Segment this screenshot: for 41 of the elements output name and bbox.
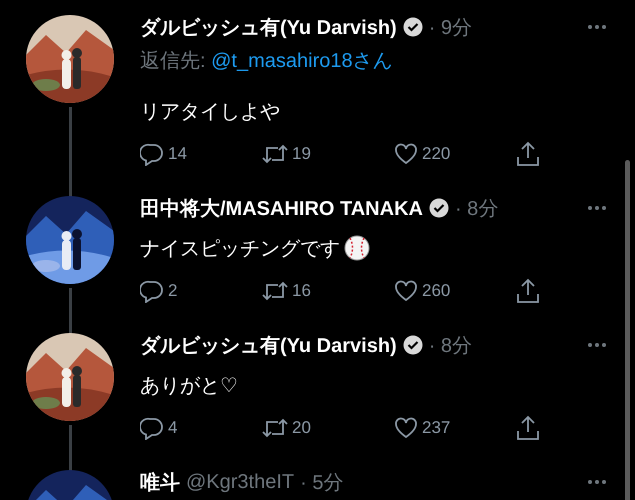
heart-icon[interactable] [394,142,418,166]
reply-icon[interactable] [140,142,164,166]
share-icon[interactable] [516,278,540,304]
more-icon[interactable] [587,205,607,211]
reply-count: 2 [168,281,178,301]
share-icon[interactable] [516,415,540,441]
mention-link[interactable]: @t_masahiro18さん [211,50,393,72]
user-name[interactable]: ダルビッシュ有(Yu Darvish) [140,332,397,358]
reply-icon[interactable] [140,279,164,303]
user-name[interactable]: 田中将大/MASAHIRO TANAKA [140,194,423,222]
user-name[interactable]: 唯斗 [140,468,180,496]
like-count: 237 [422,418,450,438]
tweet-time: · 9分 [428,16,472,40]
more-icon[interactable] [587,24,607,30]
tweet-text: ありがと♡ [140,374,238,398]
retweet-count: 20 [292,418,311,438]
heart-icon[interactable] [394,279,418,303]
tweet-time: · 8分 [428,334,472,358]
more-icon[interactable] [587,342,607,348]
reply-label: 返信先: [140,50,207,72]
retweet-count: 19 [292,144,311,164]
user-handle: @Kgr3theIT [186,470,294,494]
user-name[interactable]: ダルビッシュ有(Yu Darvish) [140,14,397,40]
retweet-icon[interactable] [262,416,288,440]
baseball-icon [344,235,370,261]
retweet-icon[interactable] [262,142,288,166]
more-icon[interactable] [587,479,607,485]
reply-count: 14 [168,144,187,164]
scrollbar[interactable] [625,160,630,500]
like-count: 220 [422,144,450,164]
like-count: 260 [422,281,450,301]
reply-icon[interactable] [140,416,164,440]
tweet-text: リアタイしよや [140,100,280,124]
share-icon[interactable] [516,141,540,167]
tweet-text: ナイスピッチングです [140,236,340,262]
tweet-time: · 5分 [300,470,344,496]
reply-count: 4 [168,418,178,438]
heart-icon[interactable] [394,416,418,440]
retweet-count: 16 [292,281,311,301]
retweet-icon[interactable] [262,279,288,303]
tweet-time: · 8分 [454,196,498,222]
